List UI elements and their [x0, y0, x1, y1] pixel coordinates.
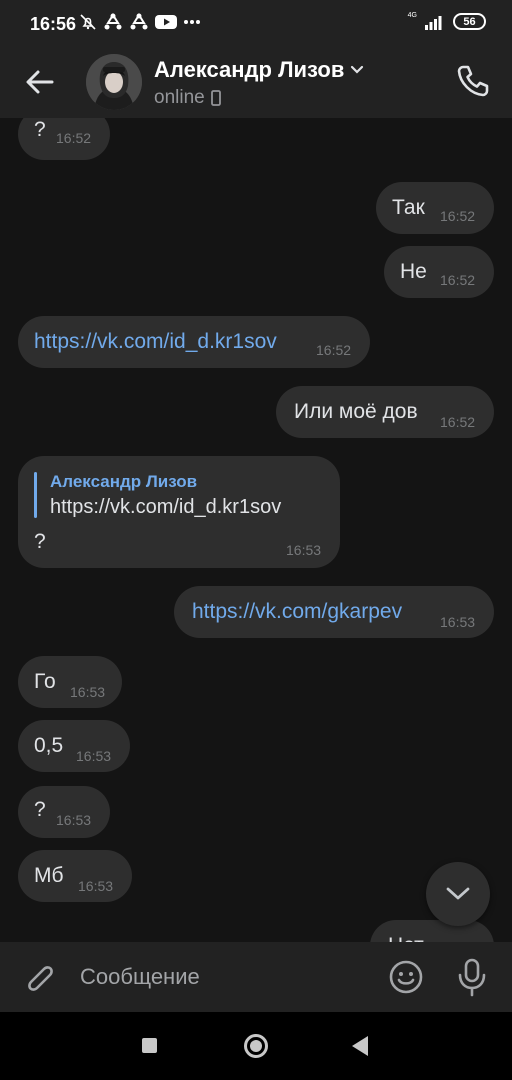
smile-icon[interactable]: [388, 959, 424, 995]
signal-icon: [425, 15, 442, 30]
chat-title[interactable]: Александр Лизов: [154, 57, 364, 83]
message-link[interactable]: https://vk.com/id_d.kr1sov: [34, 330, 277, 354]
system-nav-bar: [0, 1012, 512, 1080]
message-incoming[interactable]: Го 16:53: [18, 656, 122, 708]
chevron-down-icon: [351, 65, 364, 74]
message-outgoing[interactable]: Или моё дов 16:52: [276, 386, 494, 438]
message-text: ?: [34, 118, 46, 141]
status-right: 4G 56: [407, 12, 486, 30]
message-link[interactable]: https://vk.com/gkarpev: [192, 600, 402, 624]
online-status: online: [154, 87, 205, 108]
message-text: Или моё дов: [294, 400, 418, 423]
message-text: 0,5: [34, 734, 64, 757]
message-list[interactable]: ? 16:52 Так 16:52 Не 16:52 https://vk.co…: [0, 118, 512, 942]
message-time: 16:52: [316, 342, 352, 358]
status-icons: [79, 13, 201, 31]
message-time: 16:53: [440, 614, 476, 630]
message-incoming[interactable]: ? 16:52: [18, 118, 110, 160]
scroll-down-button[interactable]: [426, 862, 490, 926]
microphone-icon[interactable]: [454, 957, 490, 997]
recycle-icon: [104, 13, 122, 30]
message-time: 16:53: [76, 748, 112, 764]
message-time: 16:52: [440, 272, 476, 288]
contact-name: Александр Лизов: [154, 57, 345, 82]
message-outgoing[interactable]: Не 16:52: [384, 246, 494, 298]
battery-icon: 56: [453, 13, 486, 30]
status-bar: 16:56 4G 56: [0, 0, 512, 48]
message-text: Нет: [388, 934, 424, 942]
reply-author: Александр Лизов: [50, 472, 198, 491]
phone-device-icon: [210, 90, 221, 106]
message-composer: [0, 942, 512, 1012]
chat-status: online: [154, 87, 221, 109]
reply-bar: [34, 472, 37, 518]
message-time: 16:52: [440, 208, 476, 224]
message-time: 16:52: [440, 414, 476, 430]
battery-level: 56: [463, 15, 476, 28]
avatar[interactable]: [86, 54, 142, 110]
message-time: 16:53: [286, 542, 322, 558]
status-time: 16:56: [30, 14, 77, 34]
message-outgoing[interactable]: https://vk.com/gkarpev 16:53: [174, 586, 494, 638]
message-input[interactable]: [80, 960, 370, 994]
back-button[interactable]: [352, 1036, 368, 1056]
message-text: Мб: [34, 864, 64, 887]
home-button[interactable]: [244, 1034, 268, 1058]
message-time: 16:52: [56, 130, 92, 146]
message-text: ?: [34, 798, 46, 821]
message-text: Так: [392, 196, 425, 219]
network-type: 4G: [407, 12, 417, 19]
silent-alarm-icon: [80, 14, 96, 30]
recycle-icon: [130, 13, 148, 30]
message-incoming[interactable]: ? 16:53: [18, 786, 110, 838]
reply-text: https://vk.com/id_d.kr1sov: [50, 496, 282, 518]
phone-icon[interactable]: [454, 62, 492, 100]
message-outgoing[interactable]: Так 16:52: [376, 182, 494, 234]
message-time: 16:53: [78, 878, 114, 894]
chat-header: Александр Лизов online: [0, 48, 512, 118]
message-incoming[interactable]: 0,5 16:53: [18, 720, 130, 772]
paperclip-icon[interactable]: [22, 958, 60, 996]
message-incoming-reply[interactable]: Александр Лизов https://vk.com/id_d.kr1s…: [18, 456, 340, 568]
message-outgoing[interactable]: Нет: [370, 920, 494, 942]
message-text: Не: [400, 260, 427, 283]
message-incoming[interactable]: https://vk.com/id_d.kr1sov 16:52: [18, 316, 370, 368]
recents-button[interactable]: [142, 1038, 157, 1053]
youtube-icon: [155, 15, 177, 29]
message-text: Го: [34, 670, 56, 693]
message-time: 16:53: [70, 684, 106, 700]
message-incoming[interactable]: Мб 16:53: [18, 850, 132, 902]
message-time: 16:53: [56, 812, 92, 828]
arrow-left-icon[interactable]: [22, 64, 58, 100]
more-dots-icon: [184, 20, 200, 24]
chevron-down-icon: [446, 887, 470, 900]
message-text: ?: [34, 530, 46, 553]
